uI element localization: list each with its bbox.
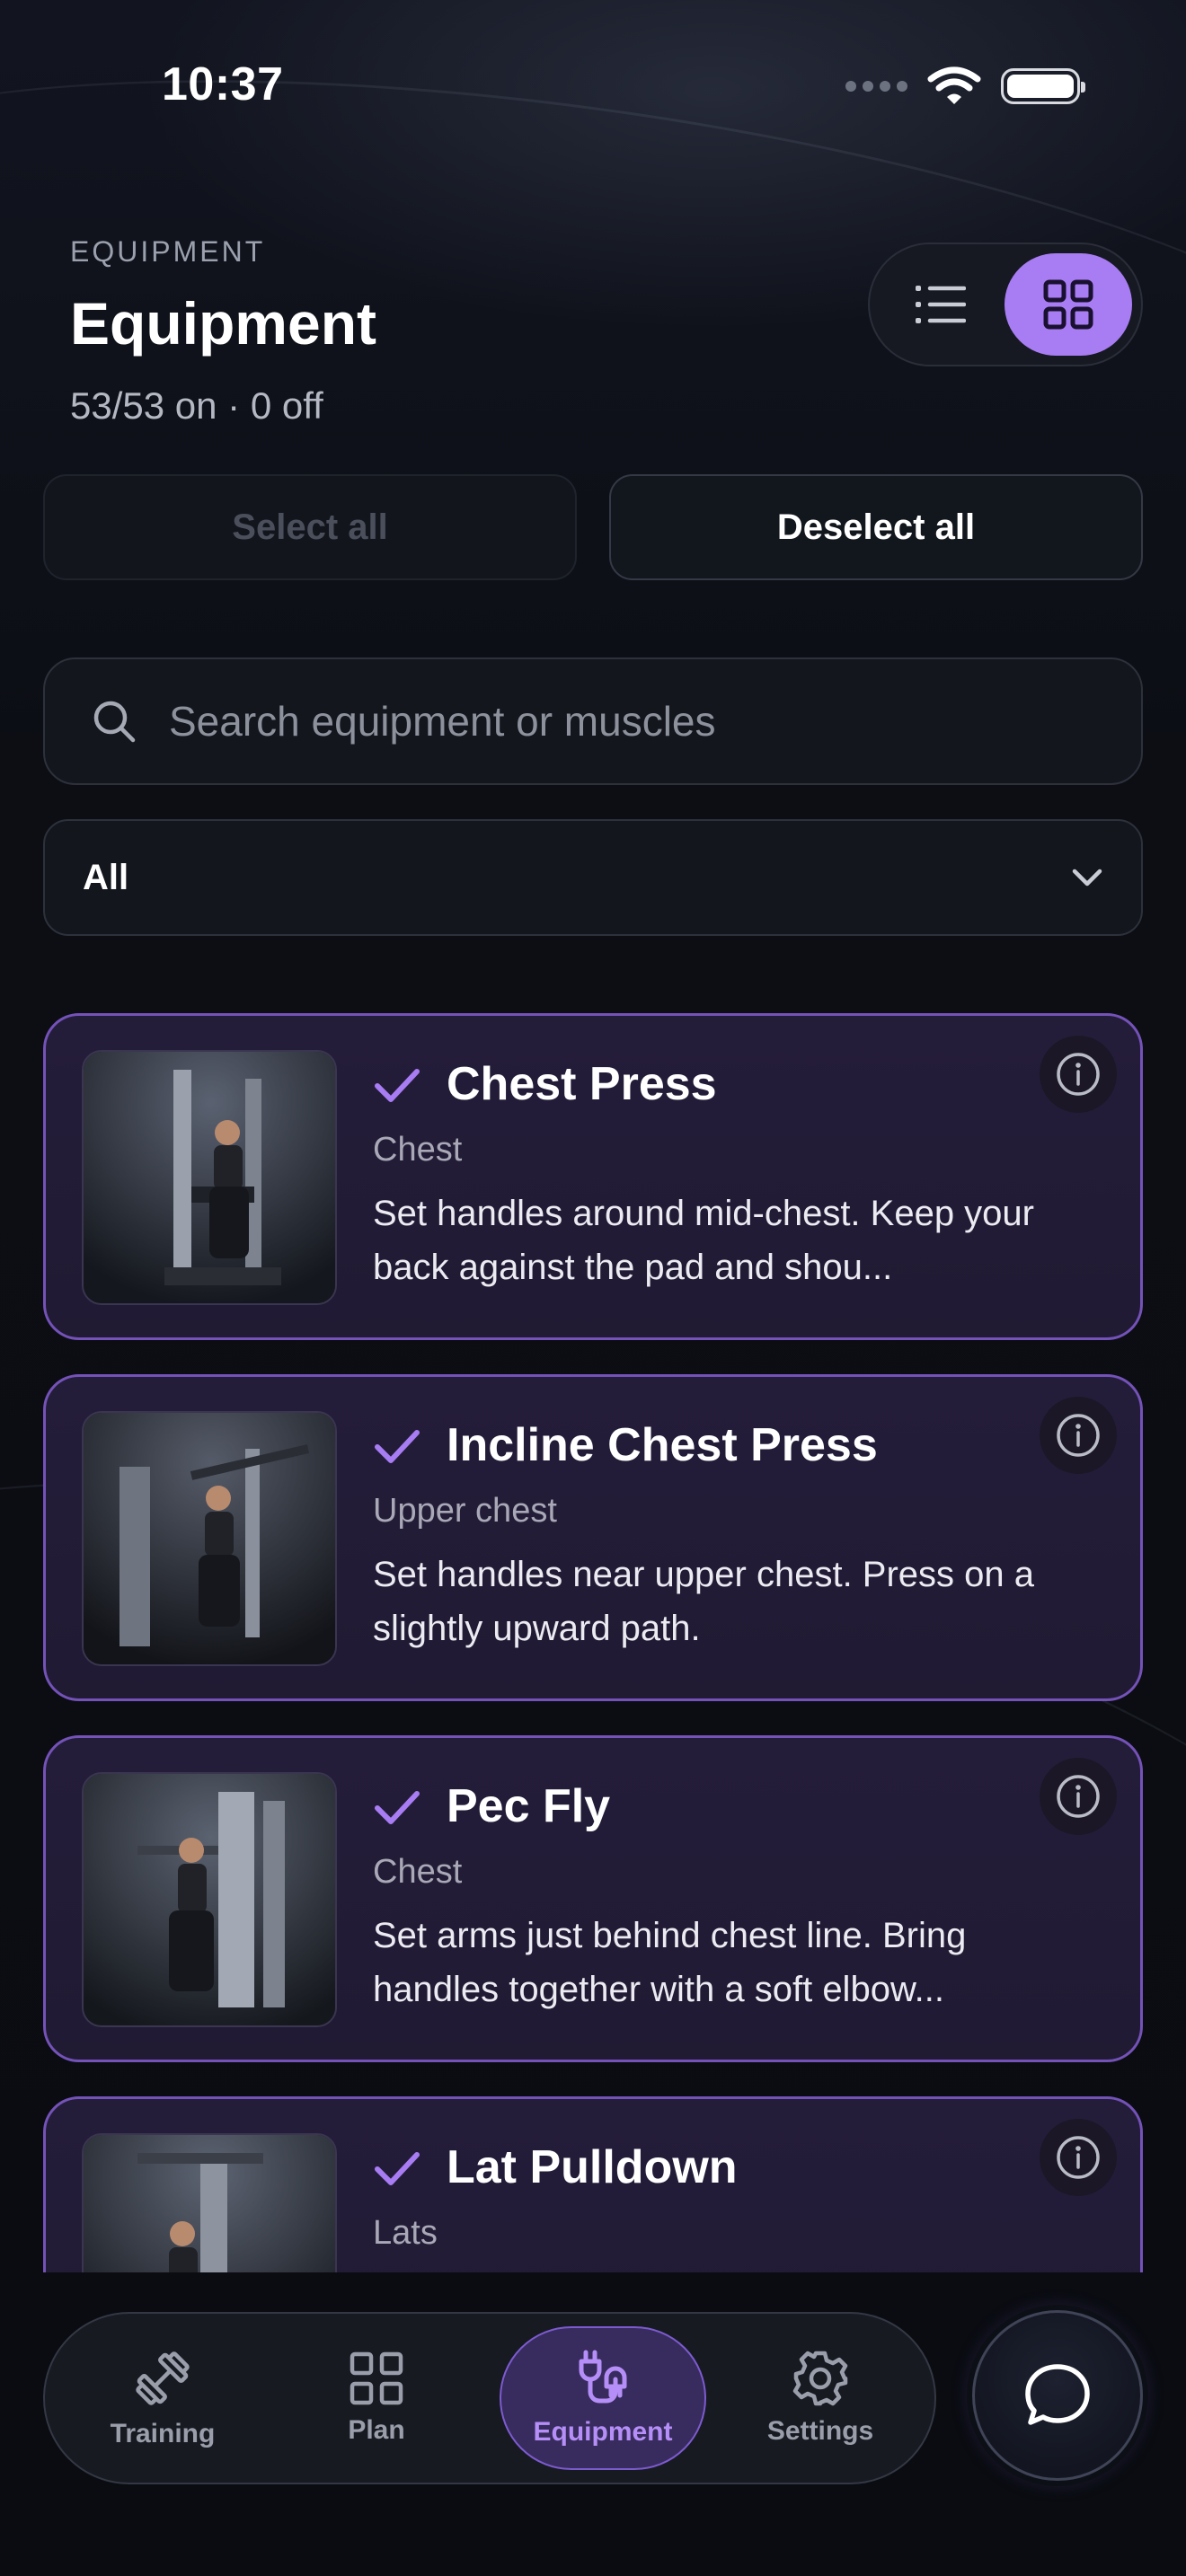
chat-button[interactable]	[972, 2310, 1143, 2481]
equipment-muscle: Lats	[373, 2214, 438, 2252]
nav-item-settings[interactable]: Settings	[717, 2326, 924, 2470]
status-time: 10:37	[162, 58, 284, 110]
info-button[interactable]	[1040, 1397, 1117, 1474]
nav-item-training[interactable]: Training	[59, 2326, 266, 2470]
info-icon	[1057, 1414, 1100, 1457]
equipment-name: Incline Chest Press	[447, 1419, 878, 1471]
view-toggle	[868, 243, 1143, 366]
equipment-muscle: Upper chest	[373, 1492, 557, 1530]
info-icon	[1057, 1053, 1100, 1096]
nav-label: Settings	[766, 2416, 874, 2446]
info-button[interactable]	[1040, 1036, 1117, 1113]
category-filter-dropdown[interactable]: All	[43, 819, 1143, 936]
grid-icon	[350, 2351, 403, 2405]
check-icon	[375, 1069, 420, 1102]
nav-label: Training	[110, 2419, 216, 2448]
equipment-description: Set handles near upper chest. Press on a…	[373, 1555, 1035, 1648]
equipment-image	[82, 2133, 337, 2272]
chat-bubble-icon	[1025, 2364, 1090, 2425]
status-icons	[845, 66, 1085, 106]
screen: 10:37 EQUIPMENT Equipment 53/53 on · 0 o…	[0, 0, 1186, 2576]
equipment-muscle: Chest	[373, 1131, 463, 1169]
search-bar	[43, 657, 1143, 785]
list-view-button[interactable]	[882, 257, 999, 352]
equipment-card[interactable]: Chest Press Chest Set handles around mid…	[43, 1013, 1143, 1340]
search-input[interactable]	[169, 697, 1067, 745]
nav-item-equipment[interactable]: Equipment	[500, 2326, 706, 2470]
equipment-name: Chest Press	[447, 1058, 717, 1110]
nav-label: Equipment	[533, 2417, 673, 2447]
plug-icon	[579, 2350, 627, 2404]
equipment-count: 53/53 on · 0 off	[70, 384, 323, 427]
nav-label: Plan	[348, 2415, 405, 2445]
equipment-image	[82, 1050, 337, 1305]
check-icon	[375, 2152, 420, 2185]
filter-selected-value: All	[83, 857, 129, 897]
list-icon	[916, 286, 966, 323]
equipment-image	[82, 1772, 337, 2027]
info-icon	[1057, 2136, 1100, 2179]
info-button[interactable]	[1040, 2119, 1117, 2196]
grid-icon	[1043, 279, 1093, 330]
equipment-list: Chest Press Chest Set handles around mid…	[0, 1013, 1186, 2272]
dumbbell-icon	[136, 2351, 190, 2405]
equipment-image	[82, 1411, 337, 1666]
select-all-button[interactable]: Select all	[43, 474, 577, 580]
section-eyebrow: EQUIPMENT	[70, 235, 266, 268]
equipment-description: Set handles around mid-chest. Keep your …	[373, 1194, 1034, 1287]
check-icon	[375, 1430, 420, 1463]
info-icon	[1057, 1775, 1100, 1818]
equipment-name: Lat Pulldown	[447, 2141, 738, 2193]
battery-icon	[1001, 68, 1085, 104]
chevron-down-icon	[1072, 869, 1102, 887]
grid-view-button[interactable]	[1005, 253, 1132, 356]
deselect-all-button[interactable]: Deselect all	[609, 474, 1143, 580]
page-title: Equipment	[70, 290, 376, 357]
gear-icon	[792, 2351, 848, 2406]
bottom-nav: Training Plan Equipment Settings	[43, 2312, 936, 2484]
equipment-card[interactable]: Lat Pulldown Lats	[43, 2096, 1143, 2272]
equipment-card[interactable]: Incline Chest Press Upper chest Set hand…	[43, 1374, 1143, 1701]
equipment-description: Set arms just behind chest line. Bring h…	[373, 1916, 967, 2009]
info-button[interactable]	[1040, 1758, 1117, 1835]
equipment-name: Pec Fly	[447, 1780, 611, 1832]
signal-icon	[845, 81, 907, 92]
wifi-icon	[927, 66, 981, 104]
search-icon	[93, 701, 136, 743]
nav-item-plan[interactable]: Plan	[273, 2326, 480, 2470]
equipment-card[interactable]: Pec Fly Chest Set arms just behind chest…	[43, 1735, 1143, 2062]
equipment-muscle: Chest	[373, 1853, 463, 1891]
check-icon	[375, 1791, 420, 1824]
